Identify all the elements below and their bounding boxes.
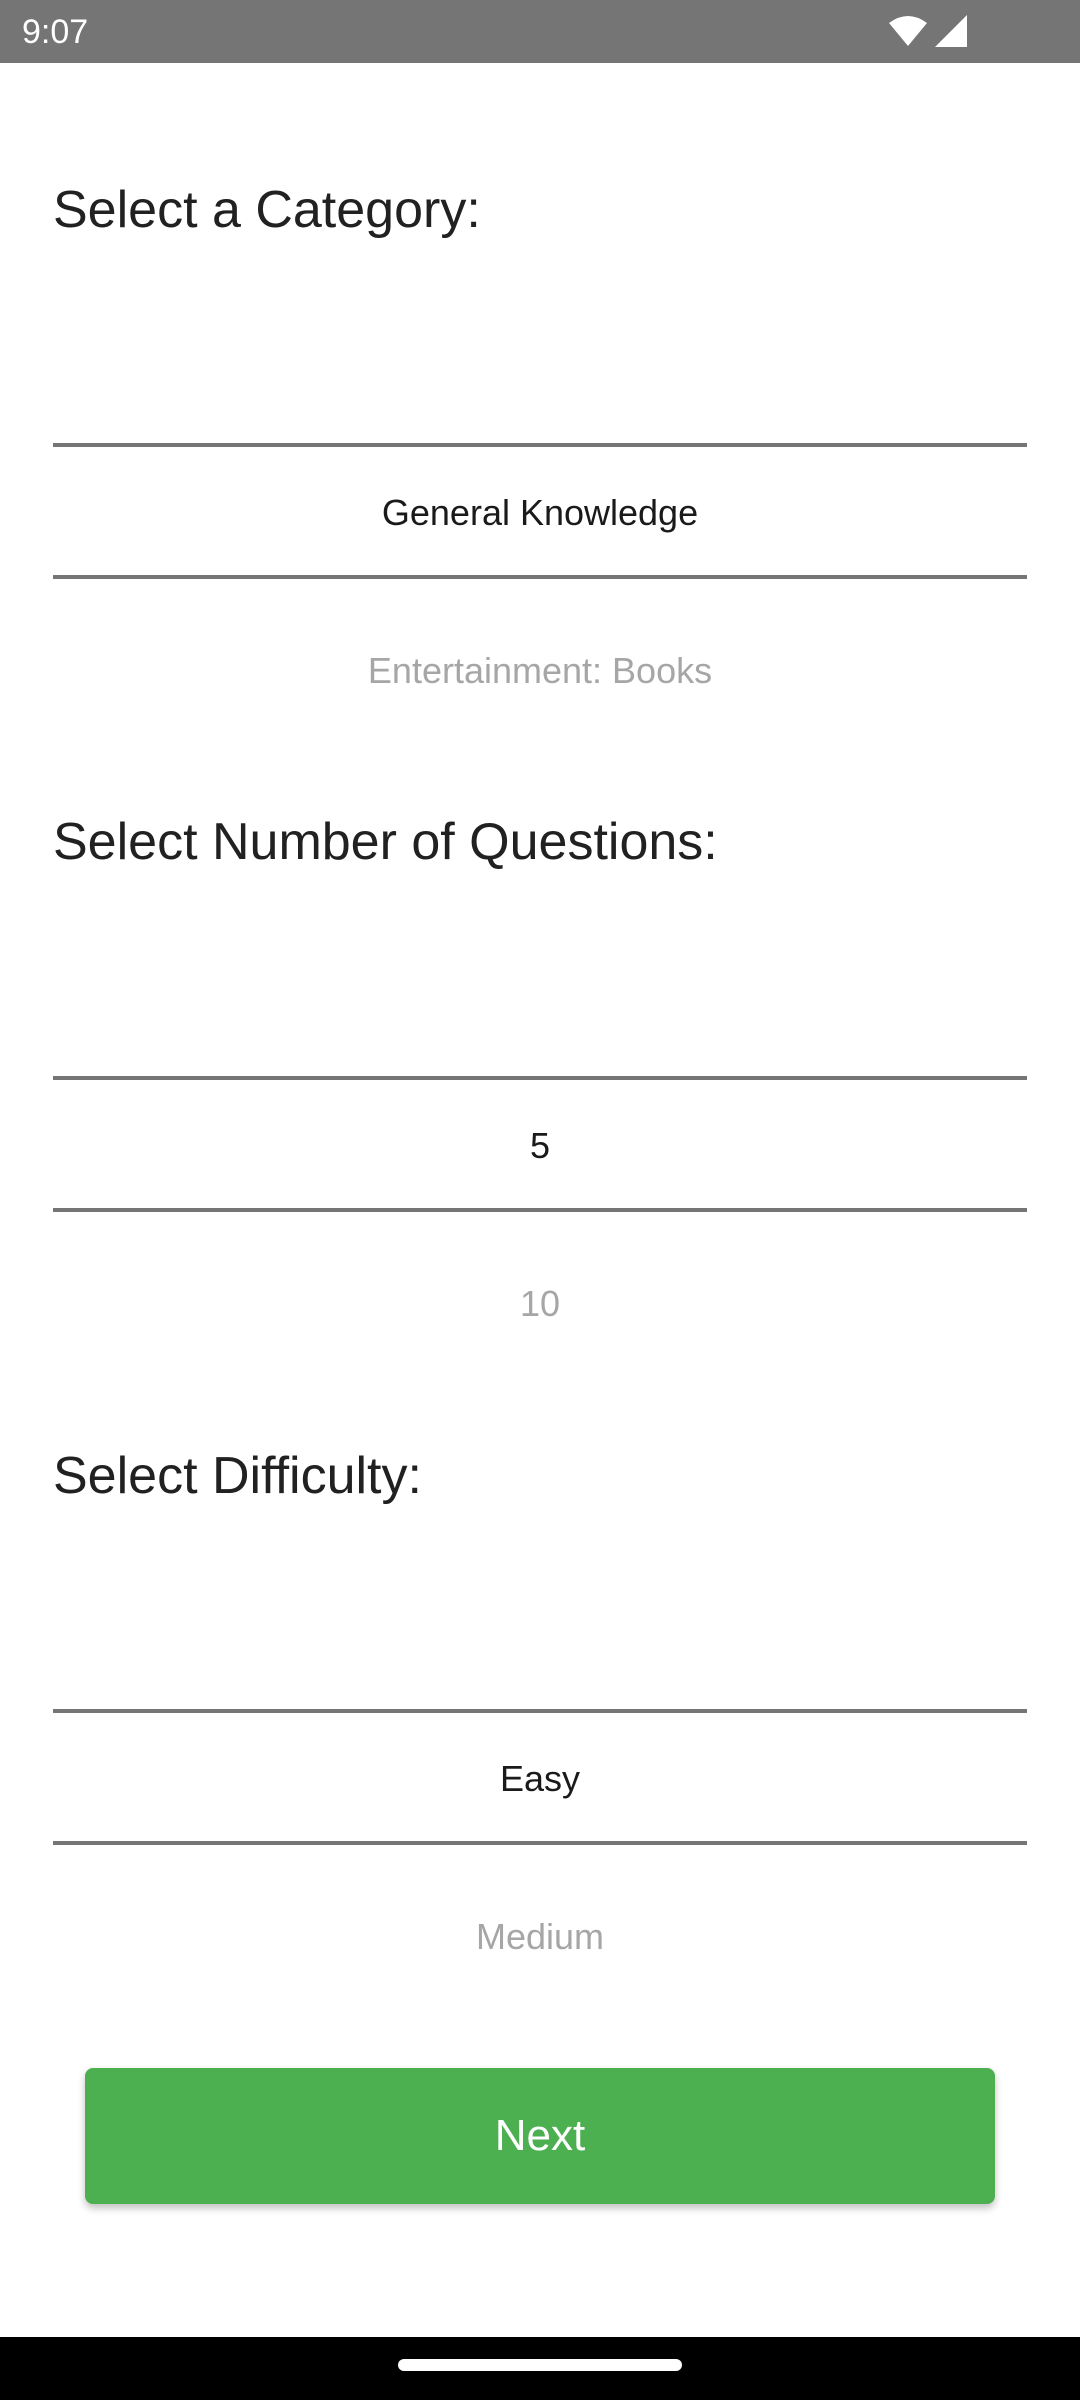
signal-icon: [934, 14, 968, 48]
home-gesture-handle[interactable]: [398, 2359, 682, 2371]
difficulty-picker-bottom-divider: [53, 1841, 1027, 1845]
status-icons: [888, 14, 968, 48]
difficulty-selected-value[interactable]: Easy: [53, 1757, 1027, 1801]
questions-picker-top-divider: [53, 1076, 1027, 1080]
category-picker-bottom-divider: [53, 575, 1027, 579]
difficulty-picker-top-divider: [53, 1709, 1027, 1713]
questions-picker-bottom-divider: [53, 1208, 1027, 1212]
category-picker-top-divider: [53, 443, 1027, 447]
category-next-option[interactable]: Entertainment: Books: [53, 649, 1027, 693]
questions-next-option[interactable]: 10: [53, 1282, 1027, 1326]
category-selected-value[interactable]: General Knowledge: [53, 491, 1027, 535]
difficulty-title: Select Difficulty:: [53, 1447, 422, 1505]
next-button[interactable]: Next: [85, 2068, 995, 2204]
difficulty-next-option[interactable]: Medium: [53, 1915, 1027, 1959]
questions-selected-value[interactable]: 5: [53, 1124, 1027, 1168]
category-title: Select a Category:: [53, 181, 481, 239]
status-time: 9:07: [22, 13, 89, 51]
wifi-icon: [888, 15, 928, 47]
status-bar: 9:07: [0, 0, 1080, 63]
questions-title: Select Number of Questions:: [53, 813, 718, 871]
